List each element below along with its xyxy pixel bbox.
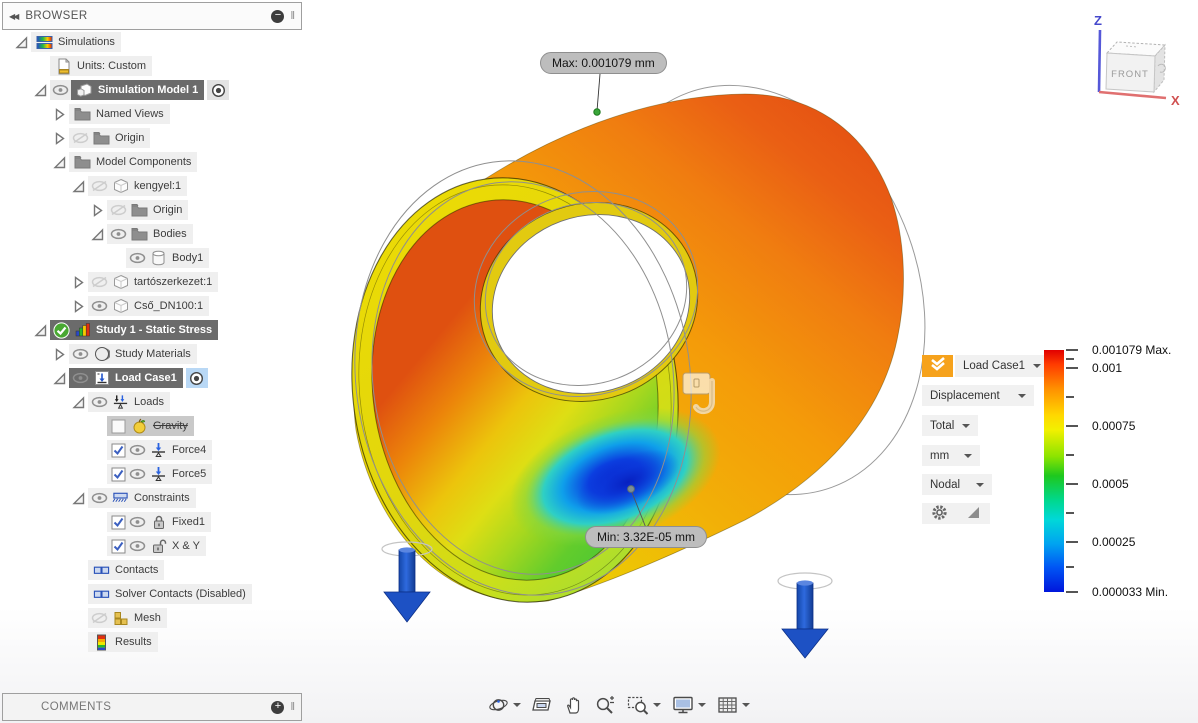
- display-settings-icon: [672, 695, 694, 715]
- scale-tick-label: 0.001079 Max.: [1092, 343, 1172, 357]
- pan-icon: [564, 695, 584, 715]
- load-case-dropdown-label: Load Case1: [963, 360, 1026, 372]
- component-dropdown[interactable]: Total: [922, 415, 979, 436]
- result-type-dropdown[interactable]: Displacement: [922, 385, 1034, 406]
- orbit-button[interactable]: [486, 693, 523, 717]
- panel-grip[interactable]: ‖: [290, 10, 295, 22]
- look-at-button[interactable]: [530, 693, 555, 717]
- comments-panel-header[interactable]: COMMENTS + ‖: [2, 693, 302, 721]
- scale-minor-tick: [1066, 396, 1074, 398]
- zoom-window-icon: [627, 695, 649, 715]
- comments-panel-title: COMMENTS: [41, 701, 112, 713]
- axis-z-label: Z: [1094, 13, 1102, 28]
- viewcube-front-face-label[interactable]: FRONT: [1111, 69, 1149, 80]
- component-label: Total: [930, 419, 955, 432]
- unit-dropdown[interactable]: mm: [922, 445, 980, 466]
- chevron-down-icon: [1033, 364, 1042, 368]
- chevron-down-icon[interactable]: [513, 703, 521, 707]
- force5-arrow[interactable]: [777, 572, 833, 659]
- scale-tick-label: 0.000033 Min.: [1092, 585, 1169, 599]
- view-cube[interactable]: Z X FRONT: [1094, 13, 1180, 108]
- max-probe: [593, 73, 601, 116]
- result-type-label: Displacement: [930, 389, 1000, 402]
- browser-panel: ◀◀ BROWSER − ‖: [2, 2, 302, 30]
- chevron-down-icon: [1018, 393, 1026, 398]
- scale-minor-tick: [1066, 454, 1074, 456]
- zoom-icon: [595, 695, 616, 715]
- panel-grip[interactable]: ‖: [290, 701, 295, 713]
- browser-panel-header[interactable]: ◀◀ BROWSER − ‖: [2, 2, 302, 30]
- gear-icon: [931, 504, 948, 524]
- look-at-icon: [532, 695, 553, 715]
- averaging-dropdown[interactable]: Nodal: [922, 474, 992, 495]
- chevron-down-icon: [976, 482, 984, 487]
- axis-x-label: X: [1171, 93, 1180, 108]
- grid-display-icon: [717, 695, 738, 715]
- force4-arrow[interactable]: [381, 541, 433, 623]
- scale-major-tick: [1066, 367, 1078, 370]
- zoom-window-button[interactable]: [625, 693, 663, 717]
- load-case-button[interactable]: [922, 355, 953, 377]
- grid-display-button[interactable]: [715, 693, 752, 717]
- scale-major-tick: [1066, 425, 1078, 428]
- scale-tick-label: 0.001: [1092, 361, 1123, 376]
- chevron-down-icon[interactable]: [653, 703, 661, 707]
- chevron-down-icon[interactable]: [742, 703, 750, 707]
- navigation-toolbar: [486, 693, 759, 717]
- scale-major-tick: [1066, 591, 1078, 593]
- chevron-down-icon: [962, 423, 971, 428]
- chevron-down-icon[interactable]: [698, 703, 706, 707]
- scale-minor-tick: [1066, 511, 1074, 514]
- legend-settings-button[interactable]: [922, 503, 956, 524]
- legend-color-scale[interactable]: [1044, 350, 1064, 592]
- chevrons-left-icon[interactable]: ◀◀: [9, 12, 19, 21]
- chevron-down-icon: [964, 453, 972, 458]
- zoom-button[interactable]: [593, 693, 618, 717]
- scale-tick-label: 0.0005: [1092, 477, 1129, 492]
- double-check-icon: [928, 356, 948, 377]
- minus-circle-icon[interactable]: −: [271, 9, 285, 23]
- comments-panel: COMMENTS + ‖: [2, 693, 302, 721]
- unit-label: mm: [930, 449, 950, 462]
- corner-triangle-icon: [966, 505, 981, 523]
- load-case-dropdown[interactable]: Load Case1: [955, 355, 1050, 377]
- scale-minor-tick: [1066, 358, 1074, 360]
- orbit-icon: [488, 695, 509, 715]
- averaging-label: Nodal: [930, 478, 961, 491]
- browser-panel-title: BROWSER: [25, 10, 88, 22]
- pan-button[interactable]: [562, 693, 586, 717]
- legend-resize-button[interactable]: [956, 503, 990, 524]
- scale-tick-label: 0.00025: [1092, 534, 1136, 549]
- scale-major-tick: [1066, 540, 1078, 543]
- display-settings-button[interactable]: [670, 693, 708, 717]
- max-annotation-pill[interactable]: Max: 0.001079 mm: [540, 52, 667, 74]
- scale-tick-label: 0.00075: [1092, 419, 1136, 434]
- min-annotation-pill[interactable]: Min: 3.32E-05 mm: [585, 526, 708, 548]
- scale-major-tick: [1066, 483, 1078, 486]
- scale-major-tick: [1066, 349, 1078, 351]
- plus-circle-icon[interactable]: +: [271, 700, 285, 714]
- scale-minor-tick: [1066, 565, 1074, 568]
